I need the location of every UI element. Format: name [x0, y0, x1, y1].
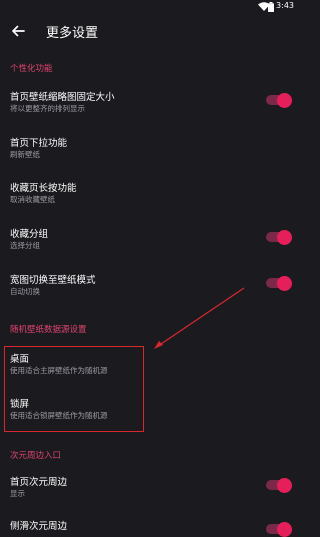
row-subtitle: 显示 [10, 489, 25, 498]
section-header-acg: 次元周边入口 [10, 451, 62, 461]
home-acg-toggle[interactable] [266, 477, 292, 493]
row-title: 侧滑次元周边 [10, 521, 68, 532]
side-acg-toggle[interactable] [266, 521, 292, 537]
setting-row-side-acg[interactable]: 侧滑次元周边 [0, 518, 300, 537]
setting-row-home-acg[interactable]: 首页次元周边 显示 [0, 474, 300, 500]
toggle-knob [277, 477, 292, 493]
toggle-knob [277, 521, 292, 537]
row-title: 首页次元周边 [10, 477, 68, 488]
